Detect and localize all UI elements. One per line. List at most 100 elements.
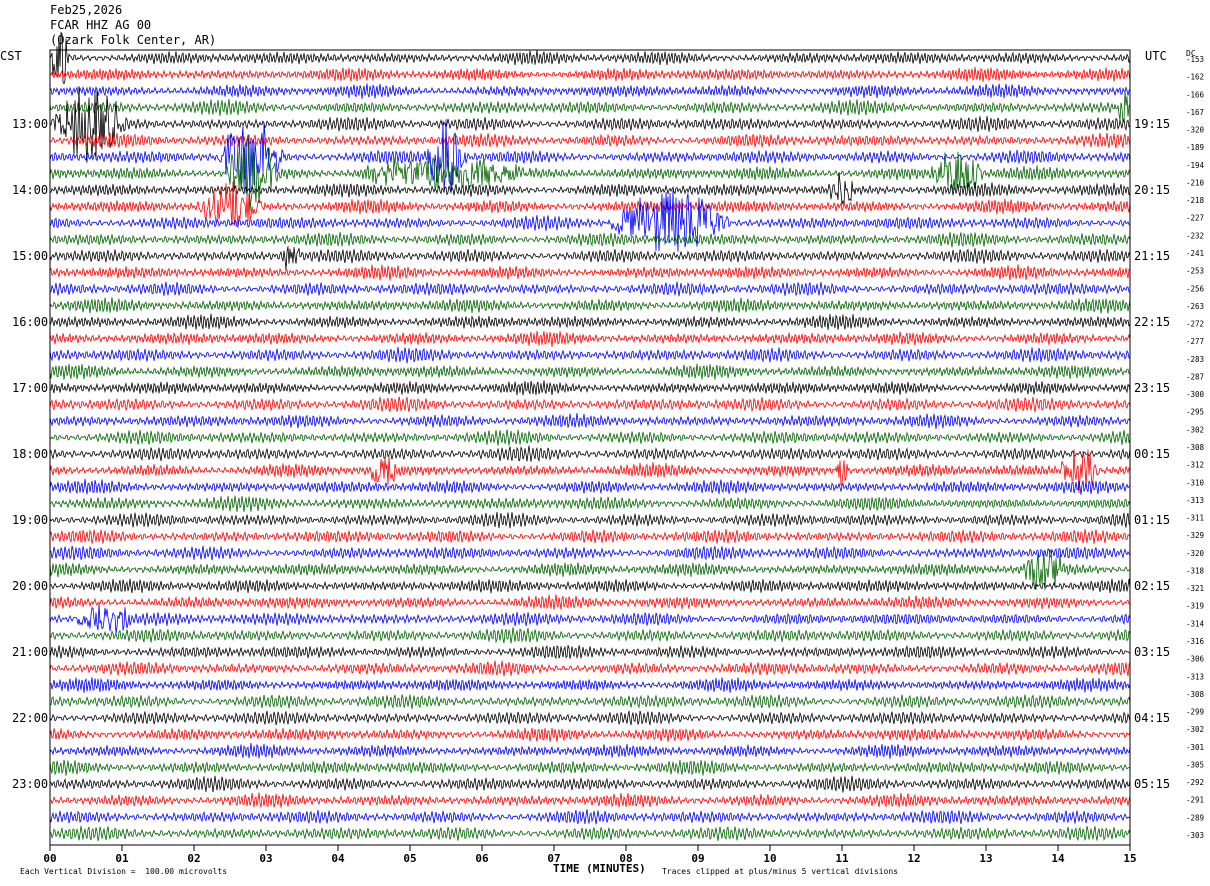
right-time-label: 01:15	[1134, 513, 1170, 527]
dc-offset-value: -153	[1186, 55, 1204, 64]
left-time-label: 23:00	[12, 777, 48, 791]
dc-offset-value: -311	[1186, 514, 1204, 523]
dc-offset-value: -210	[1186, 178, 1205, 187]
right-time-label: 02:15	[1134, 579, 1170, 593]
dc-offset-value: -227	[1186, 214, 1204, 223]
seismogram-trace	[49, 331, 1131, 347]
seismogram-trace	[49, 90, 1131, 123]
left-time-label: 21:00	[12, 645, 48, 659]
dc-offset-value: -218	[1186, 196, 1205, 205]
dc-offset-value: -303	[1186, 831, 1204, 840]
dc-offset-value: -253	[1186, 267, 1204, 276]
x-tick-label: 05	[403, 852, 416, 865]
left-time-label: 18:00	[12, 447, 48, 461]
dc-offset-value: -166	[1186, 90, 1205, 99]
dc-offset-value: -194	[1186, 161, 1205, 170]
dc-offset-value: -302	[1186, 725, 1204, 734]
dc-offset-value: -295	[1186, 408, 1204, 417]
seismogram-traces	[49, 31, 1131, 842]
dc-offset-value: -302	[1186, 425, 1204, 434]
seismogram-trace	[49, 231, 1131, 248]
right-time-label: 22:15	[1134, 315, 1170, 329]
seismogram-trace	[49, 825, 1131, 842]
right-time-label: 19:15	[1134, 117, 1170, 131]
left-time-label: 14:00	[12, 183, 48, 197]
x-tick-label: 04	[331, 852, 345, 865]
time-labels: 00 01 02 03 04 05 06 07 08 09 10 11 12 13 14 1513:00 19:…	[12, 55, 1205, 865]
left-time-label: 16:00	[12, 315, 48, 329]
dc-offset-value: -189	[1186, 143, 1204, 152]
left-time-label: 17:00	[12, 381, 48, 395]
x-tick-label: 01	[115, 852, 129, 865]
seismogram-trace	[49, 380, 1131, 396]
seismogram-trace	[49, 132, 1131, 149]
dc-offset-value: -301	[1186, 743, 1204, 752]
seismogram-trace	[49, 660, 1131, 677]
seismogram-trace	[49, 313, 1131, 330]
left-time-label: 22:00	[12, 711, 48, 725]
x-tick-label: 09	[691, 852, 704, 865]
dc-offset-value: -319	[1186, 602, 1204, 611]
seismogram-trace	[49, 529, 1131, 544]
seismogram-trace	[49, 775, 1131, 793]
seismogram-trace	[49, 627, 1131, 644]
seismogram-trace	[49, 478, 1131, 495]
x-tick-label: 06	[475, 852, 489, 865]
seismogram-trace	[49, 264, 1131, 281]
seismogram-trace	[49, 495, 1131, 513]
seismogram-trace	[49, 759, 1131, 776]
dc-offset-value: -329	[1186, 531, 1204, 540]
x-tick-label: 12	[907, 852, 920, 865]
seismogram-plot: 00 01 02 03 04 05 06 07 08 09 10 11 12 13 14 1513:00 19:…	[12, 31, 1205, 865]
seismogram-trace	[49, 578, 1131, 594]
dc-offset-value: -305	[1186, 760, 1204, 769]
dc-offset-value: -289	[1186, 813, 1204, 822]
right-time-label: 04:15	[1134, 711, 1170, 725]
dc-offset-value: -312	[1186, 461, 1204, 470]
x-tick-label: 00	[43, 852, 56, 865]
seismogram-trace	[49, 545, 1131, 561]
dc-offset-value: -320	[1186, 549, 1205, 558]
seismogram-trace	[49, 677, 1131, 693]
seismogram-trace	[49, 281, 1131, 297]
dc-offset-value: -256	[1186, 284, 1205, 293]
right-time-label: 23:15	[1134, 381, 1170, 395]
time-grid	[49, 845, 1131, 851]
seismogram-trace	[49, 727, 1131, 742]
x-tick-label: 14	[1051, 852, 1065, 865]
dc-offset-value: -300	[1186, 390, 1205, 399]
right-time-label: 21:15	[1134, 249, 1170, 263]
seismogram-trace	[49, 297, 1131, 314]
dc-offset-value: -320	[1186, 126, 1205, 135]
dc-offset-value: -321	[1186, 584, 1204, 593]
x-tick-label: 15	[1123, 852, 1136, 865]
x-tick-label: 11	[835, 852, 849, 865]
dc-offset-value: -292	[1186, 778, 1204, 787]
seismogram-trace	[49, 346, 1131, 364]
footer-scale-note: Each Vertical Division = 100.00 microvol…	[20, 867, 228, 876]
left-time-label: 13:00	[12, 117, 48, 131]
x-tick-label: 02	[187, 852, 200, 865]
left-time-label: 20:00	[12, 579, 48, 593]
seismogram-trace	[49, 413, 1131, 429]
dc-offset-value: -313	[1186, 496, 1204, 505]
dc-offset-value: -272	[1186, 320, 1204, 329]
x-tick-label: 10	[763, 852, 776, 865]
dc-offset-value: -241	[1186, 249, 1204, 258]
left-time-label: 19:00	[12, 513, 48, 527]
seismogram-trace	[49, 445, 1131, 463]
seismogram-trace	[49, 594, 1131, 610]
dc-offset-value: -314	[1186, 619, 1205, 628]
dc-offset-value: -283	[1186, 355, 1204, 364]
x-tick-label: 03	[259, 852, 272, 865]
x-tick-label: 13	[979, 852, 992, 865]
dc-offset-value: -291	[1186, 796, 1204, 805]
footer-clip-note: Traces clipped at plus/minus 5 vertical …	[662, 867, 899, 876]
x-axis-title: TIME (MINUTES)	[553, 862, 646, 875]
dc-offset-value: -277	[1186, 337, 1204, 346]
dc-offset-value: -306	[1186, 655, 1205, 664]
seismogram-trace	[49, 742, 1131, 759]
dc-offset-value: -318	[1186, 566, 1205, 575]
dc-offset-value: -308	[1186, 690, 1205, 699]
seismogram-trace	[49, 396, 1131, 413]
